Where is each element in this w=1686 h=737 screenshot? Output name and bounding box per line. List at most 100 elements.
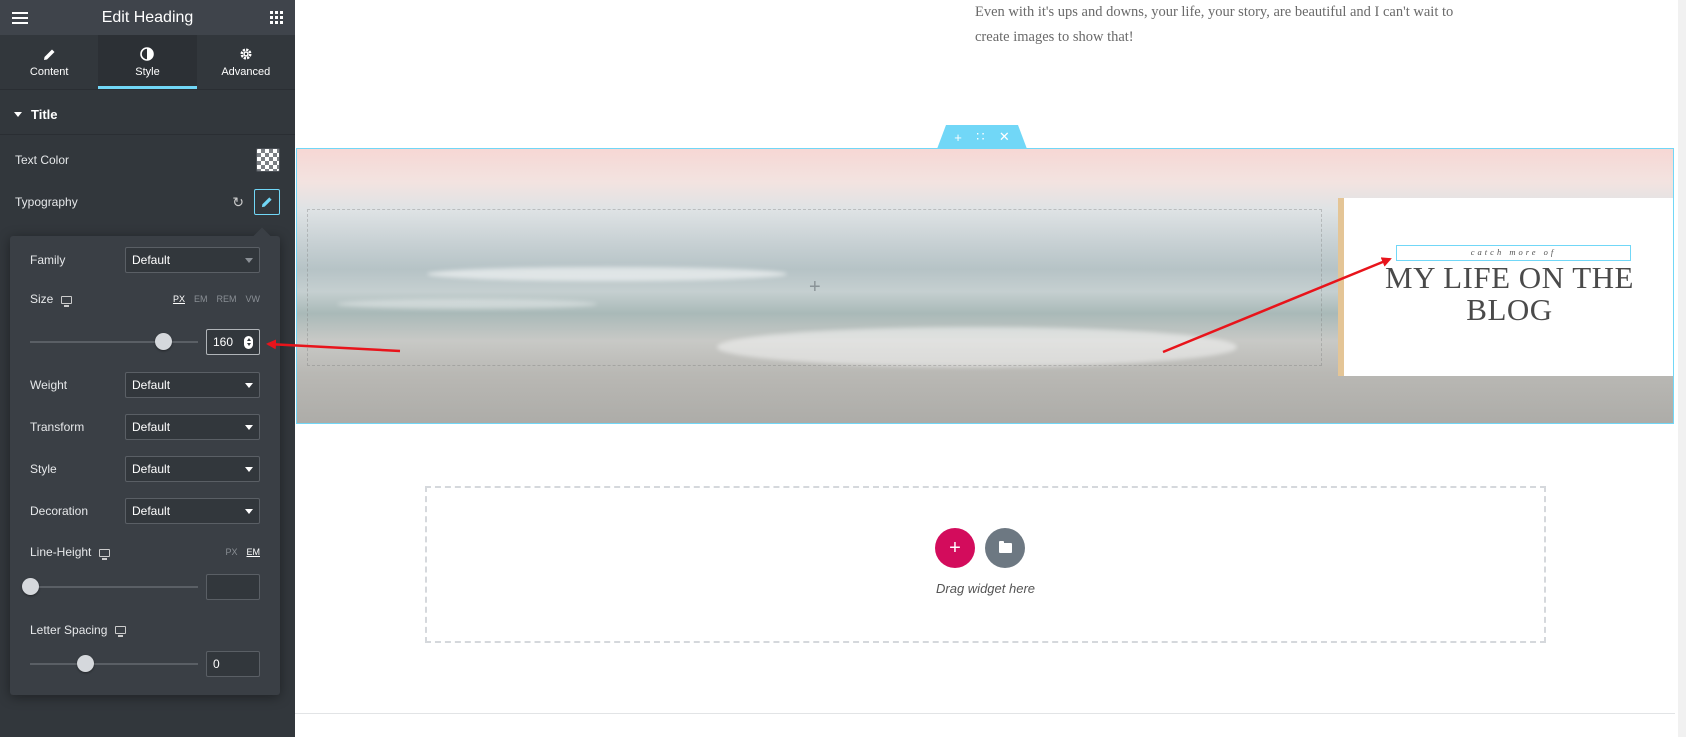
transform-control: Transform Default	[30, 414, 260, 440]
pencil-icon	[43, 46, 56, 62]
hero-section[interactable]: + catch more of MY LIFE ON THE BLOG	[296, 148, 1674, 424]
chevron-down-icon	[245, 424, 253, 430]
text-color-label: Text Color	[15, 153, 70, 167]
family-value: Default	[132, 253, 171, 267]
edit-typography-button[interactable]	[254, 189, 280, 215]
typography-label: Typography	[15, 195, 78, 209]
letter-spacing-value: 0	[213, 657, 220, 671]
desktop-icon[interactable]	[61, 295, 73, 307]
tab-content[interactable]: Content	[0, 35, 98, 89]
widget-dropzone[interactable]: + Drag widget here	[425, 486, 1546, 643]
divider	[295, 713, 1675, 714]
letter-spacing-slider[interactable]	[30, 655, 198, 672]
transform-label: Transform	[30, 420, 85, 434]
size-slider-thumb[interactable]	[155, 333, 172, 350]
template-library-button[interactable]	[985, 528, 1025, 568]
contrast-icon	[140, 46, 155, 62]
chevron-down-icon	[245, 508, 253, 514]
decoration-control: Decoration Default	[30, 498, 260, 524]
desktop-icon[interactable]	[99, 548, 111, 560]
decoration-value: Default	[132, 504, 171, 518]
panel-title: Edit Heading	[101, 8, 194, 26]
letter-spacing-slider-thumb[interactable]	[77, 655, 94, 672]
letter-spacing-slider-row: 0	[30, 651, 260, 677]
add-widget-icon[interactable]: +	[809, 276, 821, 299]
plus-icon: +	[949, 536, 961, 559]
panel-header: Edit Heading	[0, 0, 295, 35]
dropzone-label: Drag widget here	[936, 581, 1035, 596]
size-units: PX EM REM VW	[173, 294, 260, 304]
drag-handle-icon[interactable]: ∷	[976, 129, 984, 145]
gear-icon	[239, 46, 253, 62]
reset-icon[interactable]: ↻	[232, 194, 244, 211]
weight-select[interactable]: Default	[125, 372, 260, 398]
close-icon[interactable]: ✕	[999, 129, 1010, 145]
family-control: Family Default	[30, 247, 260, 273]
desktop-icon[interactable]	[115, 626, 127, 637]
unit-vw[interactable]: VW	[246, 294, 261, 304]
unit-em[interactable]: EM	[194, 294, 208, 304]
pencil-icon	[261, 197, 272, 208]
style-select[interactable]: Default	[125, 456, 260, 482]
add-section-icon[interactable]: +	[954, 130, 962, 145]
tab-advanced[interactable]: Advanced	[197, 35, 295, 89]
section-toggle-title[interactable]: Title	[0, 95, 295, 135]
unit-px[interactable]: PX	[173, 294, 185, 304]
style-value: Default	[132, 462, 171, 476]
tab-advanced-label: Advanced	[221, 66, 271, 78]
tab-style[interactable]: Style	[98, 35, 197, 89]
unit-em[interactable]: EM	[247, 547, 261, 557]
widgets-grid-icon[interactable]	[270, 11, 283, 24]
catch-heading[interactable]: catch more of	[1396, 245, 1631, 261]
family-select[interactable]: Default	[125, 247, 260, 273]
typography-popover: Family Default Size PX EM REM VW 160 Wei…	[10, 236, 280, 695]
transform-value: Default	[132, 420, 171, 434]
line-height-slider[interactable]	[22, 578, 198, 595]
caret-down-icon	[14, 112, 22, 117]
intro-paragraph: Even with it's ups and downs, your life,…	[975, 4, 1454, 45]
blog-card[interactable]: catch more of MY LIFE ON THE BLOG	[1338, 198, 1673, 376]
tab-content-label: Content	[29, 66, 69, 78]
tab-style-label: Style	[135, 66, 160, 78]
letter-spacing-label: Letter Spacing	[30, 623, 108, 637]
style-control: Style Default	[30, 456, 260, 482]
size-slider-row: 160	[30, 329, 260, 355]
editor-panel: Edit Heading Content Style Advanced Titl…	[0, 0, 295, 737]
style-label: Style	[30, 462, 57, 476]
line-height-slider-thumb[interactable]	[22, 578, 39, 595]
spinner-icon[interactable]	[244, 335, 253, 349]
menu-icon[interactable]	[12, 11, 28, 24]
line-height-slider-row	[22, 574, 260, 600]
line-height-label: Line-Height	[30, 545, 92, 559]
typography-control: Typography ↻	[0, 181, 295, 223]
family-label: Family	[30, 253, 66, 267]
size-control: Size PX EM REM VW	[30, 292, 260, 307]
weight-value: Default	[132, 378, 171, 392]
transform-select[interactable]: Default	[125, 414, 260, 440]
scrollbar-track[interactable]	[1678, 0, 1686, 737]
line-height-input[interactable]	[206, 574, 260, 600]
color-picker-swatch[interactable]	[256, 148, 280, 172]
decoration-label: Decoration	[30, 504, 89, 518]
decoration-select[interactable]: Default	[125, 498, 260, 524]
line-height-control: Line-Height PX EM	[30, 545, 260, 560]
chevron-down-icon	[245, 382, 253, 388]
size-input[interactable]: 160	[206, 329, 260, 355]
panel-tabs: Content Style Advanced	[0, 35, 295, 90]
add-section-button[interactable]: +	[935, 528, 975, 568]
weight-control: Weight Default	[30, 372, 260, 398]
unit-px[interactable]: PX	[225, 547, 237, 557]
letter-spacing-input[interactable]: 0	[206, 651, 260, 677]
letter-spacing-control: Letter Spacing	[30, 623, 260, 637]
section-handle: + ∷ ✕	[937, 125, 1027, 149]
text-color-control: Text Color	[0, 139, 295, 181]
page-canvas: Even with it's ups and downs, your life,…	[295, 0, 1686, 737]
blog-title-heading[interactable]: MY LIFE ON THE BLOG	[1344, 262, 1673, 326]
section-title: Title	[31, 107, 58, 122]
size-slider[interactable]	[30, 333, 198, 350]
size-value: 160	[213, 335, 234, 349]
line-height-units: PX EM	[225, 547, 260, 557]
chevron-down-icon	[245, 466, 253, 472]
chevron-down-icon	[245, 257, 253, 263]
unit-rem[interactable]: REM	[217, 294, 237, 304]
